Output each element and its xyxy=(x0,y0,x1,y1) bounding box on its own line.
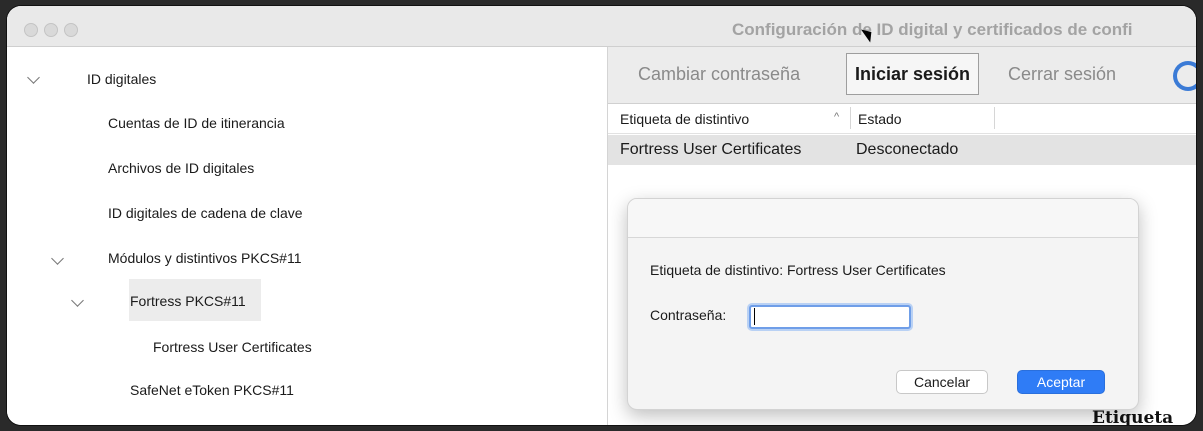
minimize-window-button[interactable] xyxy=(44,23,58,37)
chevron-down-icon[interactable] xyxy=(51,252,64,265)
column-separator[interactable] xyxy=(850,107,851,129)
token-label-text: Etiqueta de distintivo: Fortress User Ce… xyxy=(650,262,946,278)
column-header-status[interactable]: Estado xyxy=(858,111,902,127)
login-dialog: Etiqueta de distintivo: Fortress User Ce… xyxy=(627,198,1139,410)
tree-item-fortress-user-certificates[interactable]: Fortress User Certificates xyxy=(153,339,312,355)
tree-item-id-digitales[interactable]: ID digitales xyxy=(87,71,156,87)
column-header-token-label[interactable]: Etiqueta de distintivo xyxy=(620,111,749,127)
tree-item-keychain-ids[interactable]: ID digitales de cadena de clave xyxy=(108,205,303,221)
change-password-button[interactable]: Cambiar contraseña xyxy=(638,64,800,85)
tree-item-fortress-pkcs11[interactable]: Fortress PKCS#11 xyxy=(130,293,246,309)
chevron-down-icon[interactable] xyxy=(71,294,84,307)
dialog-header xyxy=(628,199,1138,238)
tree-item-pkcs11-modules[interactable]: Módulos y distintivos PKCS#11 xyxy=(108,250,302,266)
sidebar-tree: ID digitales Cuentas de ID de itineranci… xyxy=(7,47,607,425)
table-header: Etiqueta de distintivo ^ Estado xyxy=(608,103,1196,134)
sort-ascending-icon: ^ xyxy=(834,111,840,123)
refresh-icon[interactable] xyxy=(1173,61,1196,91)
logout-button[interactable]: Cerrar sesión xyxy=(1008,64,1116,85)
title-bar: Configuración de ID digital y certificad… xyxy=(7,6,1196,47)
column-separator[interactable] xyxy=(994,107,995,129)
row-token-label: Fortress User Certificates xyxy=(620,141,802,158)
row-status: Desconectado xyxy=(856,141,959,158)
app-window: Configuración de ID digital y certificad… xyxy=(7,6,1196,425)
tree-item-safenet-etoken[interactable]: SafeNet eToken PKCS#11 xyxy=(130,382,294,398)
close-window-button[interactable] xyxy=(24,23,38,37)
table-row[interactable]: Fortress User Certificates Desconectado xyxy=(608,135,1196,165)
window-title: Configuración de ID digital y certificad… xyxy=(732,20,1133,39)
toolbar: Cambiar contraseña Iniciar sesión Cerrar… xyxy=(608,47,1196,104)
cancel-button[interactable]: Cancelar xyxy=(896,370,988,394)
text-caret xyxy=(754,308,755,325)
zoom-window-button[interactable] xyxy=(64,23,78,37)
password-input[interactable] xyxy=(749,305,911,329)
accept-button[interactable]: Aceptar xyxy=(1017,370,1105,394)
tree-item-id-files[interactable]: Archivos de ID digitales xyxy=(108,160,254,176)
chevron-down-icon[interactable] xyxy=(27,71,40,84)
tree-item-roaming-accounts[interactable]: Cuentas de ID de itinerancia xyxy=(108,115,285,131)
background-label-fragment: Etiqueta xyxy=(1092,408,1174,425)
login-button[interactable]: Iniciar sesión xyxy=(846,53,980,95)
password-label: Contraseña: xyxy=(650,307,727,323)
